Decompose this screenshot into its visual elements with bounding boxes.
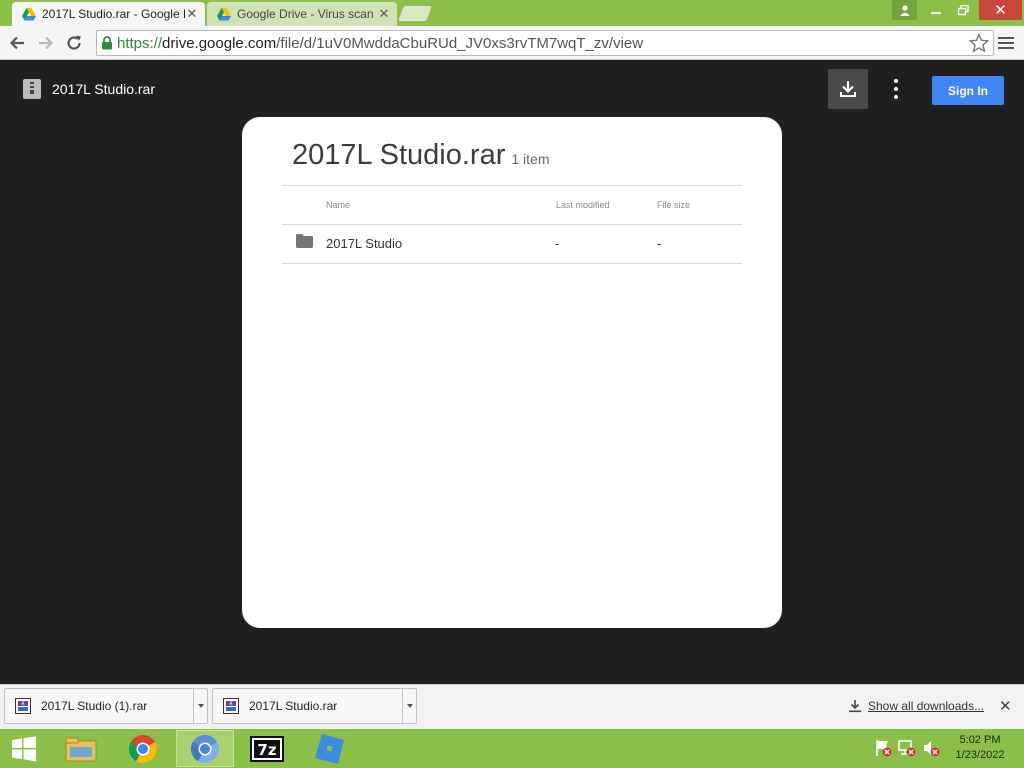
taskbar-roblox[interactable] — [300, 730, 358, 767]
download-file-name: 2017L Studio.rar — [249, 699, 338, 713]
svg-text:R: R — [21, 702, 25, 708]
bookmark-star-icon[interactable] — [968, 32, 990, 58]
show-all-downloads-label: Show all downloads... — [868, 699, 985, 713]
taskbar-chromium[interactable] — [176, 730, 234, 767]
winrar-file-icon: R — [223, 698, 239, 714]
chrome-menu-icon[interactable] — [998, 34, 1014, 52]
item-count: 1 item — [511, 151, 550, 167]
show-all-downloads-link[interactable]: Show all downloads... — [848, 699, 984, 713]
action-center-flag-icon[interactable] — [874, 739, 892, 757]
svg-text:R: R — [229, 702, 233, 708]
new-tab-button[interactable] — [396, 5, 434, 22]
volume-muted-icon[interactable] — [922, 739, 940, 757]
card-title: 2017L Studio.rar 1 item — [292, 139, 550, 171]
archive-contents-card: 2017L Studio.rar 1 item Name Last modifie… — [242, 117, 782, 628]
tab-close-icon[interactable]: ✕ — [185, 6, 199, 22]
roblox-icon — [315, 733, 344, 764]
browser-tab-strip: 2017L Studio.rar - Google Drive ✕ Google… — [0, 0, 1024, 26]
taskbar-7zip[interactable]: 7z — [238, 730, 296, 767]
user-profile-icon[interactable] — [892, 0, 917, 20]
chevron-down-icon[interactable] — [402, 689, 416, 723]
windows-logo-icon — [12, 736, 36, 761]
back-arrow-icon[interactable] — [6, 32, 28, 54]
chevron-down-icon[interactable] — [193, 689, 207, 723]
restore-button[interactable] — [950, 0, 976, 20]
svg-text:7z: 7z — [257, 741, 276, 759]
clock-time: 5:02 PM — [959, 734, 1001, 746]
sign-in-button[interactable]: Sign In — [932, 76, 1004, 105]
google-drive-icon — [22, 7, 36, 20]
address-bar[interactable]: https://drive.google.com/file/d/1uV0Mwdd… — [96, 30, 994, 56]
close-shelf-icon[interactable]: ✕ — [999, 697, 1012, 715]
tab-title: 2017L Studio.rar - Google Drive — [42, 7, 185, 21]
tab-2017l-studio[interactable]: 2017L Studio.rar - Google Drive ✕ — [12, 2, 205, 26]
google-drive-icon — [217, 7, 231, 20]
reload-icon[interactable] — [63, 32, 85, 54]
viewer-header: 2017L Studio.rar Sign In — [0, 61, 1024, 117]
tab-title: Google Drive - Virus scan warning — [237, 7, 377, 21]
download-icon — [840, 81, 856, 97]
close-window-button[interactable]: ✕ — [979, 0, 1022, 20]
more-options-icon[interactable] — [888, 79, 904, 99]
minimize-button[interactable] — [922, 0, 950, 20]
column-header-name[interactable]: Name — [326, 200, 350, 210]
network-icon[interactable] — [898, 739, 916, 757]
lock-icon — [102, 36, 112, 50]
row-name: 2017L Studio — [326, 236, 403, 251]
forward-arrow-icon[interactable] — [35, 32, 57, 54]
chromium-icon — [191, 734, 219, 763]
column-header-last-modified[interactable]: Last modified — [556, 200, 610, 210]
viewer-file-name: 2017L Studio.rar — [52, 81, 155, 97]
divider — [282, 263, 742, 264]
download-file-name: 2017L Studio (1).rar — [41, 699, 148, 713]
tab-virus-scan[interactable]: Google Drive - Virus scan warning ✕ — [207, 2, 397, 26]
divider — [282, 224, 742, 225]
url-text: https://drive.google.com/file/d/1uV0Mwdd… — [117, 34, 644, 52]
column-header-file-size[interactable]: File size — [657, 200, 690, 210]
row-file-size: - — [657, 236, 662, 251]
download-item[interactable]: R 2017L Studio.rar — [212, 688, 417, 724]
download-button[interactable] — [828, 69, 868, 109]
windows-taskbar: 7z 5:02 PM 1/23/2022 — [0, 729, 1024, 768]
download-icon — [849, 700, 861, 713]
taskbar-chrome[interactable] — [114, 730, 172, 767]
archive-file-icon — [23, 79, 41, 99]
download-shelf: R 2017L Studio (1).rar R 2017L Studio.ra… — [0, 684, 1024, 729]
row-last-modified: - — [555, 236, 560, 251]
seven-zip-icon: 7z — [250, 735, 284, 762]
tab-close-icon[interactable]: ✕ — [377, 6, 391, 22]
clock-date: 1/23/2022 — [955, 749, 1005, 761]
divider — [282, 185, 742, 186]
windows-start-button[interactable] — [0, 730, 48, 767]
system-clock[interactable]: 5:02 PM 1/23/2022 — [948, 733, 1012, 763]
taskbar-file-explorer[interactable] — [52, 730, 110, 767]
browser-toolbar: https://drive.google.com/file/d/1uV0Mwdd… — [0, 26, 1024, 60]
winrar-file-icon: R — [15, 698, 31, 714]
file-explorer-icon — [65, 737, 97, 761]
folder-icon — [296, 234, 313, 248]
chrome-icon — [129, 734, 157, 763]
download-item[interactable]: R 2017L Studio (1).rar — [4, 688, 208, 724]
